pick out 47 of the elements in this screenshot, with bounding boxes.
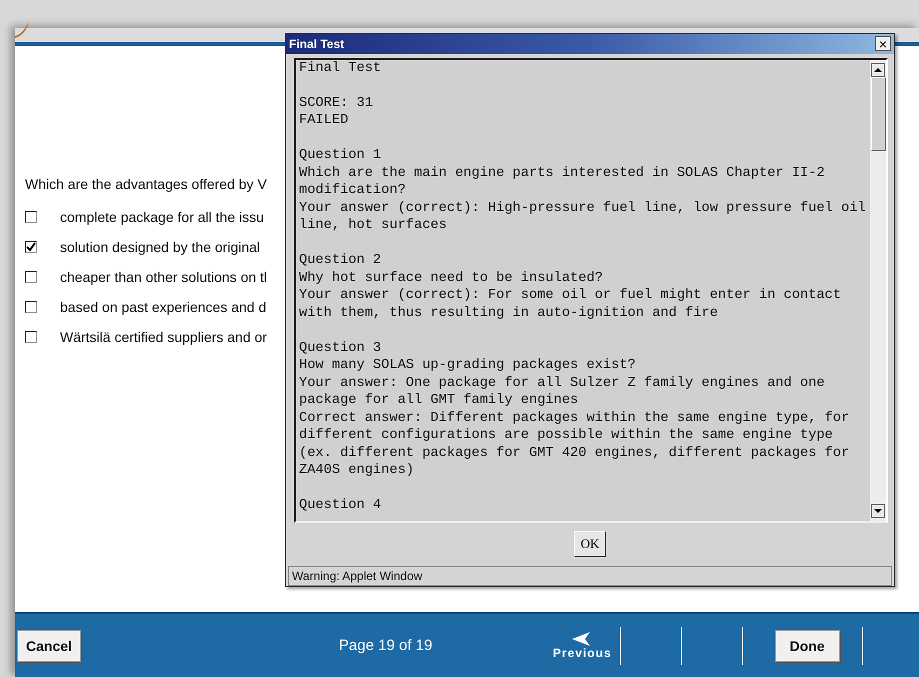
report-line: Question 3 bbox=[299, 340, 382, 358]
scroll-down-icon[interactable] bbox=[871, 504, 885, 518]
report-line: modification? bbox=[299, 182, 407, 200]
dialog-title: Final Test bbox=[289, 36, 344, 51]
report-line: Your answer: One package for all Sulzer Z family engines and one bbox=[299, 374, 826, 392]
checkbox[interactable] bbox=[25, 331, 37, 343]
question-text: Which are the advantages offered by V bbox=[25, 176, 268, 192]
report-line: (ex. different packages for GMT 420 engines, different packages for bbox=[299, 444, 850, 462]
arrow-left-icon bbox=[572, 632, 592, 646]
swoosh-icon bbox=[15, 22, 31, 38]
report-line: FAILED bbox=[299, 112, 350, 130]
report-line: How many SOLAS up-grading packages exist? bbox=[299, 357, 637, 375]
report-line: Question 1 bbox=[299, 147, 382, 165]
report-line: Why hot surface need to be insulated? bbox=[299, 270, 604, 288]
page-indicator: Page 19 of 19 bbox=[338, 637, 434, 654]
scroll-thumb[interactable] bbox=[870, 76, 886, 151]
checkbox[interactable] bbox=[25, 271, 37, 283]
checkbox[interactable] bbox=[25, 211, 37, 223]
report-line: with them, thus resulting in auto-ignition and fire bbox=[299, 304, 719, 322]
report-line: Final Test bbox=[299, 60, 382, 78]
report-line: Correct answer: Different packages within the same engine type, for bbox=[299, 410, 850, 428]
checkbox[interactable] bbox=[25, 301, 37, 313]
previous-button[interactable]: Previous bbox=[552, 632, 612, 660]
status-bar: Warning: Applet Window bbox=[288, 566, 892, 586]
ok-button[interactable]: OK bbox=[574, 531, 606, 558]
report-line: Which are the main engine parts interested in SOLAS Chapter II-2 bbox=[299, 164, 826, 182]
option-label: complete package for all the issu bbox=[60, 209, 264, 225]
option-label: solution designed by the original bbox=[60, 239, 260, 255]
done-button[interactable]: Done bbox=[774, 630, 840, 662]
scroll-up-icon[interactable] bbox=[871, 62, 885, 77]
cancel-button[interactable]: Cancel bbox=[17, 630, 81, 662]
report-line: different configurations are possible within the same engine type bbox=[299, 427, 834, 445]
report-line: ZA40S engines) bbox=[299, 462, 415, 480]
option-label: based on past experiences and d bbox=[60, 299, 266, 315]
report-text-area[interactable] bbox=[294, 58, 888, 524]
scrollbar[interactable] bbox=[870, 60, 886, 522]
report-line: Your answer (correct): High-pressure fuel line, low pressure fuel oil bbox=[299, 200, 867, 218]
report-line: Question 2 bbox=[299, 252, 382, 270]
report-line: Your answer (correct): For some oil or fuel might enter in contact bbox=[299, 287, 842, 305]
close-button[interactable]: × bbox=[875, 36, 891, 52]
report-line: line, hot surfaces bbox=[299, 217, 448, 235]
report-line: package for all GMT family engines bbox=[299, 392, 580, 410]
option-label: cheaper than other solutions on tl bbox=[60, 269, 268, 285]
report-line: SCORE: 31 bbox=[299, 94, 374, 112]
checkbox[interactable] bbox=[25, 241, 37, 253]
report-line: Question 4 bbox=[299, 497, 382, 515]
option-label: Wärtsilä certified suppliers and or bbox=[60, 329, 267, 345]
